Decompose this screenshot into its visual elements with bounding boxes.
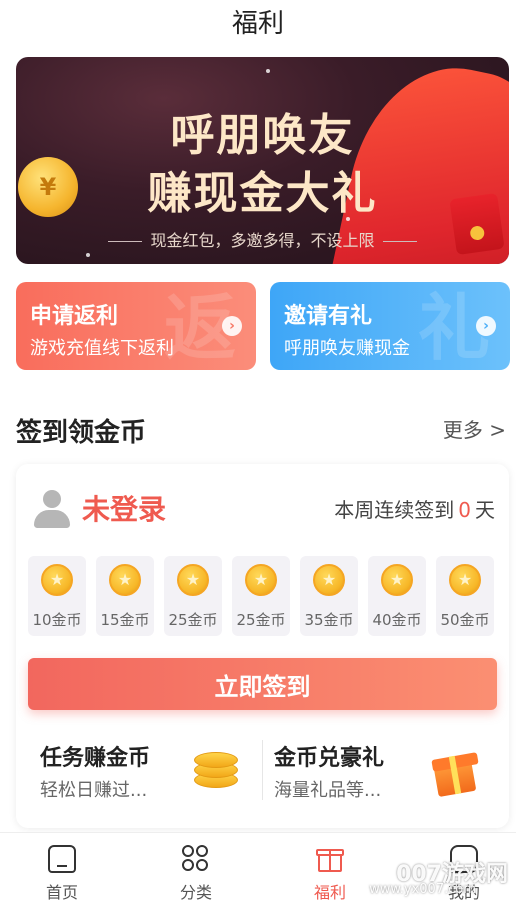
- week-streak: 本周连续签到 0 天: [334, 498, 495, 522]
- coin-icon: [109, 564, 141, 596]
- coin-icon: [177, 564, 209, 596]
- day-reward: 25金币: [168, 611, 218, 629]
- checkin-card: 未登录 本周连续签到0天 10金币 15金币 25金币 25金币 35金币 40…: [16, 464, 509, 828]
- banner-headline: 呼朋唤友: [170, 110, 355, 161]
- coin-stack-icon: [190, 748, 246, 792]
- chevron-right-icon: ›: [476, 316, 496, 336]
- checkin-day: 15金币: [96, 556, 154, 636]
- checkin-day: 50金币: [436, 556, 494, 636]
- day-reward: 10金币: [32, 611, 82, 629]
- home-icon: [48, 845, 76, 873]
- card-subtitle: 呼朋唤友赚现金: [284, 338, 410, 359]
- task-title: 金币兑豪礼: [274, 746, 385, 771]
- coin-icon: [381, 564, 413, 596]
- day-reward: 40金币: [372, 611, 422, 629]
- checkin-day: 35金币: [300, 556, 358, 636]
- sparkle-icon: [86, 253, 90, 257]
- day-reward: 50金币: [440, 611, 490, 629]
- card-subtitle: 游戏充值线下返利: [30, 338, 174, 359]
- checkin-day: 40金币: [368, 556, 426, 636]
- coin-icon: [449, 564, 481, 596]
- tab-label: 首页: [45, 883, 78, 902]
- checkin-day: 25金币: [232, 556, 290, 636]
- sparkle-icon: [266, 69, 270, 73]
- checkin-day: 10金币: [28, 556, 86, 636]
- checkin-day: 25金币: [164, 556, 222, 636]
- checkin-button[interactable]: 立即签到: [28, 658, 497, 710]
- banner-subheadline: 赚现金大礼: [147, 168, 378, 219]
- top-header: 福利: [0, 0, 516, 48]
- divider: [108, 241, 143, 242]
- chevron-right-icon: ›: [222, 316, 242, 336]
- apply-rebate-card[interactable]: 返 申请返利 游戏充值线下返利 ›: [16, 282, 256, 370]
- coin-icon: [41, 564, 73, 596]
- day-reward: 15金币: [100, 611, 150, 629]
- site-watermark-url: www.yx007.com: [369, 882, 476, 897]
- coin-icon: [313, 564, 345, 596]
- more-link[interactable]: 更多 >: [443, 414, 506, 443]
- card-title: 申请返利: [30, 304, 119, 329]
- tab-label: 福利: [313, 883, 346, 902]
- gift-icon: [316, 845, 344, 873]
- tab-home[interactable]: 首页: [22, 845, 102, 903]
- section-title: 签到领金币: [16, 418, 147, 448]
- divider: [262, 740, 263, 800]
- tab-label: 分类: [179, 883, 212, 902]
- login-status[interactable]: 未登录: [82, 488, 166, 528]
- avatar[interactable]: [32, 488, 72, 528]
- banner-tagline: 现金红包，多邀多得，不设上限: [16, 227, 509, 251]
- coin-icon: [245, 564, 277, 596]
- tab-category[interactable]: 分类: [156, 845, 236, 903]
- task-subtitle: 轻松日赚过...: [40, 780, 148, 801]
- day-reward: 35金币: [304, 611, 354, 629]
- task-title: 任务赚金币: [40, 746, 151, 771]
- tab-welfare[interactable]: 福利: [290, 845, 370, 903]
- gift-box-icon: [430, 746, 480, 798]
- card-title: 邀请有礼: [284, 304, 373, 329]
- invite-gift-card[interactable]: 礼 邀请有礼 呼朋唤友赚现金 ›: [270, 282, 510, 370]
- day-reward: 25金币: [236, 611, 286, 629]
- invite-banner[interactable]: ¥ 呼朋唤友 赚现金大礼 现金红包，多邀多得，不设上限: [16, 57, 509, 264]
- page-title: 福利: [231, 9, 284, 39]
- category-icon: [182, 845, 210, 873]
- streak-count: 0: [458, 498, 471, 522]
- divider: [382, 241, 417, 242]
- task-subtitle: 海量礼品等...: [274, 780, 382, 801]
